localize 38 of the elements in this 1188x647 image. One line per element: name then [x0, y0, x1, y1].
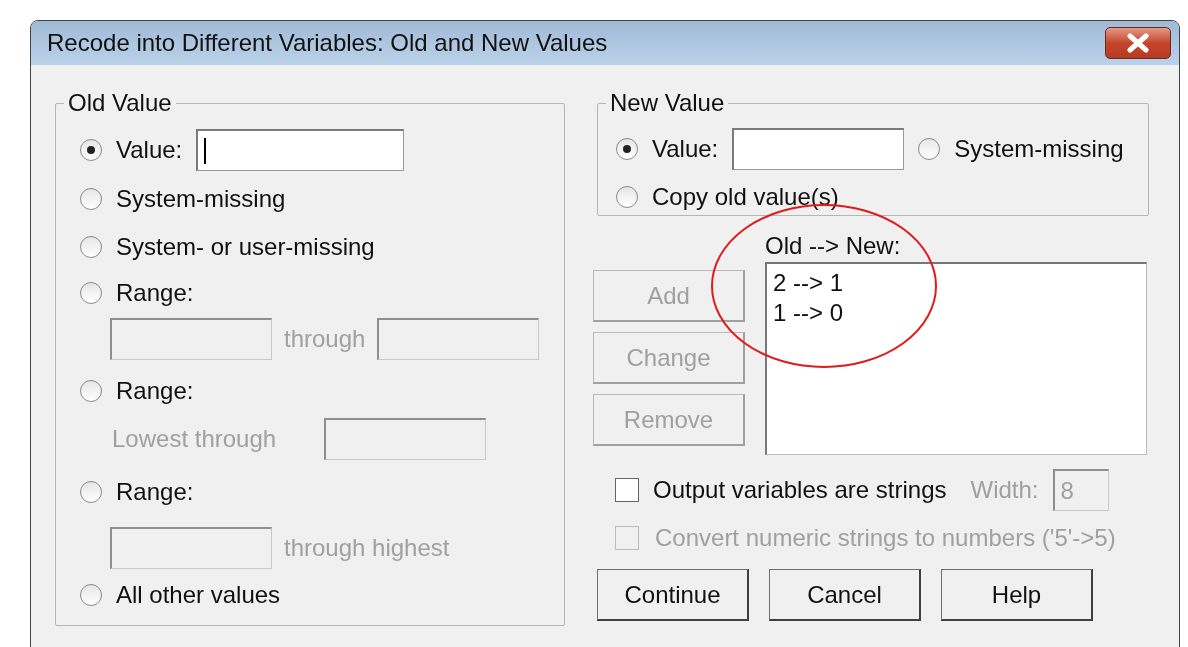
radio-button[interactable]	[918, 138, 941, 160]
text-cursor-icon	[204, 137, 207, 164]
option-label: Range:	[116, 279, 194, 307]
through-label: through	[284, 325, 366, 353]
group-title: Old Value	[67, 89, 173, 117]
dialog-button[interactable]: Continue	[597, 569, 749, 621]
checkbox-label: Output variables are strings	[653, 476, 947, 504]
list-item[interactable]: 2 --> 1	[773, 268, 1140, 298]
width-label: Width:	[970, 476, 1039, 504]
list-item[interactable]: 1 --> 0	[773, 298, 1140, 328]
list-label: Old --> New:	[765, 231, 902, 261]
option-label: System-missing	[116, 185, 286, 213]
option-label: Copy old value(s)	[652, 183, 839, 211]
checkbox[interactable]	[615, 478, 639, 502]
option-label: Range:	[116, 478, 194, 506]
group-title: New Value	[609, 89, 726, 117]
value-field[interactable]	[196, 129, 405, 171]
radio-button[interactable]	[80, 139, 102, 161]
option-label: Value:	[116, 136, 183, 164]
radio-button[interactable]	[80, 188, 102, 210]
radio-button[interactable]	[616, 186, 638, 208]
radio-button[interactable]	[80, 584, 102, 606]
option-label: System-missing	[954, 135, 1124, 163]
new-value-field[interactable]	[732, 128, 905, 170]
close-button[interactable]	[1105, 27, 1171, 59]
option-label: All other values	[116, 581, 281, 609]
dialog-button[interactable]: Cancel	[769, 569, 921, 621]
range-to-field[interactable]	[377, 318, 540, 360]
through-highest-label: through highest	[284, 534, 450, 562]
checkbox-label: Convert numeric strings to numbers ('5'->5)	[655, 524, 1116, 552]
option-label: Range:	[116, 377, 194, 405]
lowest-through-label: Lowest through	[112, 425, 277, 453]
radio-button[interactable]	[80, 236, 102, 258]
radio-button[interactable]	[616, 138, 638, 160]
dialog-button[interactable]: Help	[941, 569, 1093, 621]
option-label: Value:	[652, 135, 719, 163]
option-label: System- or user-missing	[116, 233, 375, 261]
window-title: Recode into Different Variables: Old and New Values	[47, 29, 608, 57]
